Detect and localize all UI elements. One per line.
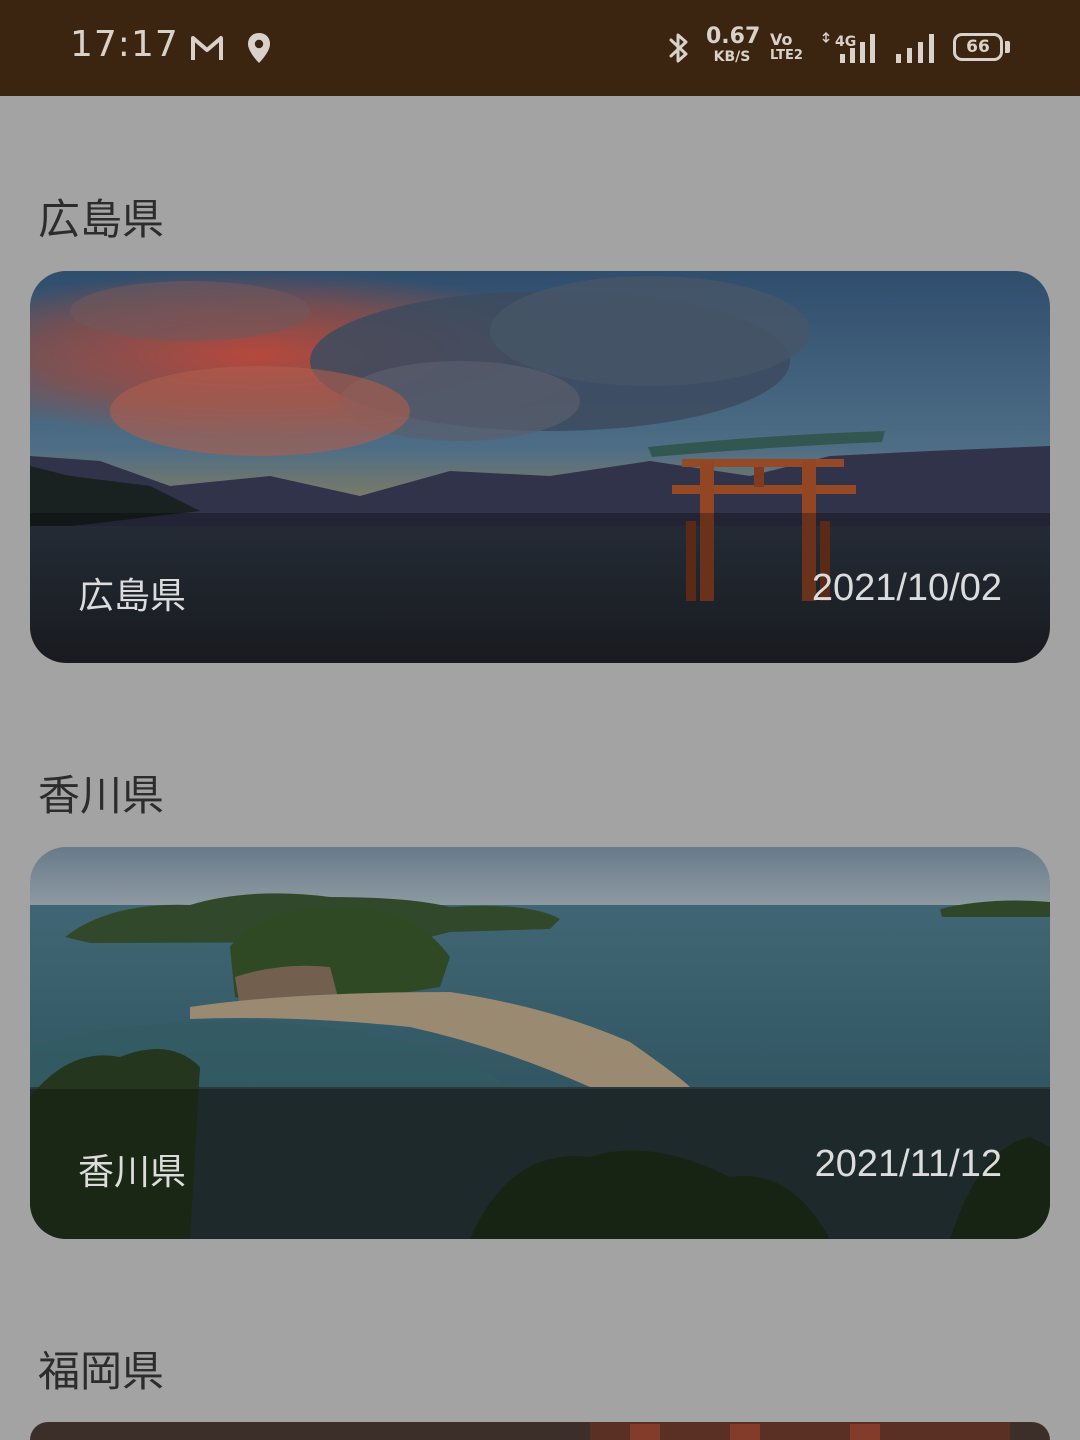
- section-title-fukuoka: 福岡県: [38, 1347, 165, 1396]
- card-place-name: 広島県: [78, 576, 187, 617]
- network-type-label: 4G: [835, 34, 856, 50]
- place-card-kagawa[interactable]: 香川県 2021/11/12: [30, 847, 1050, 1239]
- battery-tip: [1005, 41, 1010, 53]
- status-time: 17:17: [70, 24, 179, 65]
- card-date: 2021/10/02: [811, 567, 1002, 609]
- signal-icon: 4G: [822, 31, 875, 63]
- section-title-hiroshima: 広島県: [38, 195, 165, 244]
- gmail-icon: [191, 36, 223, 60]
- place-card-hiroshima[interactable]: 広島県 2021/10/02: [30, 271, 1050, 663]
- battery-level: 66: [966, 37, 990, 57]
- location-icon: [248, 33, 270, 63]
- place-card-fukuoka[interactable]: [30, 1422, 1050, 1440]
- volte-indicator: Vo LTE2: [770, 30, 803, 63]
- signal-icon-2: [896, 34, 934, 63]
- section-title-kagawa: 香川県: [38, 771, 165, 820]
- card-date: 2021/11/12: [814, 1143, 1002, 1185]
- bluetooth-icon: [669, 33, 688, 63]
- battery-icon: 66: [953, 33, 1003, 61]
- card-place-name: 香川県: [78, 1152, 187, 1193]
- status-bar: 17:17 0.67 KB/S Vo LTE2 4G 66: [0, 0, 1080, 96]
- network-speed: 0.67 KB/S: [706, 24, 761, 65]
- image-dim-overlay: [30, 1422, 1050, 1440]
